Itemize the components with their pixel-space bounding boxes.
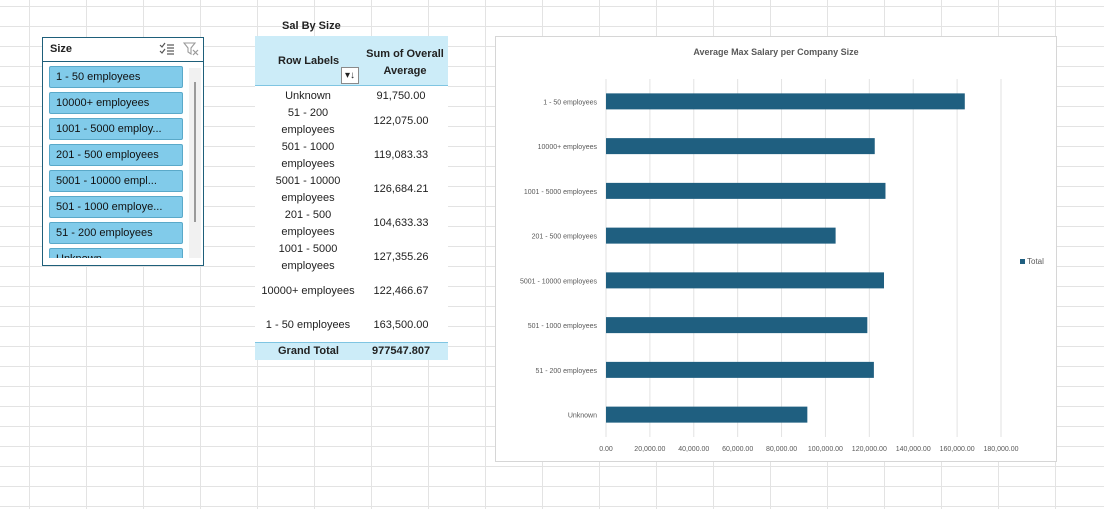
slicer-item-list: 1 - 50 employees 10000+ employees 1001 - 5…: [49, 66, 183, 258]
pivot-row-label-line2: employees: [281, 124, 335, 136]
pivot-row-label: Unknown: [258, 88, 358, 105]
category-label: 1001 - 5000 employees: [524, 189, 598, 196]
pivot-row-label-line1: Unknown: [285, 90, 331, 102]
x-tick-label: 60,000.00: [722, 446, 753, 453]
slicer-item[interactable]: 1001 - 5000 employ...: [49, 118, 183, 140]
sum-header-line2: Average: [383, 65, 427, 77]
slicer-item[interactable]: Unknown: [49, 248, 183, 258]
pivot-row-label: 501 - 1000 employees: [258, 139, 358, 173]
x-tick-label: 160,000.00: [940, 446, 975, 453]
chart-legend[interactable]: Total: [1020, 257, 1044, 266]
bar[interactable]: [606, 317, 868, 334]
pivot-title: Sal By Size: [282, 20, 341, 32]
x-tick-label: 20,000.00: [634, 446, 665, 453]
pivot-row-value: 126,684.21: [373, 183, 429, 195]
pivot-row-label-line1: 1001 - 5000: [278, 243, 338, 255]
slicer-item[interactable]: 501 - 1000 employe...: [49, 196, 183, 218]
slicer-item[interactable]: 51 - 200 employees: [49, 222, 183, 244]
pivot-table[interactable]: Row Labels Sum of Overall Average ▾↓ Unk…: [255, 36, 448, 360]
pivot-row-value: 163,500.00: [373, 319, 429, 331]
slicer-item[interactable]: 201 - 500 employees: [49, 144, 183, 166]
slicer-item[interactable]: 1 - 50 employees: [49, 66, 183, 88]
category-label: 1 - 50 employees: [543, 99, 597, 106]
multi-select-icon[interactable]: [159, 42, 175, 56]
bar[interactable]: [606, 93, 965, 110]
slicer-title: Size: [50, 43, 73, 55]
pivot-row-label: 1001 - 5000 employees: [258, 241, 358, 275]
size-slicer[interactable]: Size 1 - 50 employees 10000+ employees 100…: [42, 37, 204, 266]
bar[interactable]: [606, 138, 875, 155]
pivot-row-label-line1: 51 - 200: [287, 107, 329, 119]
bar[interactable]: [606, 227, 836, 244]
pivot-row-label-line2: employees: [281, 226, 335, 238]
chart-plot: 0.00 20,000.00 40,000.00 60,000.00 80,000.00…: [520, 79, 1019, 453]
slicer-scrollbar[interactable]: [189, 68, 201, 258]
slicer-header: Size: [43, 38, 203, 62]
pivot-row-label: 51 - 200 employees: [258, 105, 358, 139]
sum-header-line1: Sum of Overall: [366, 48, 444, 60]
pivot-row-value: 104,633.33: [373, 217, 429, 229]
pivot-row-value: 122,075.00: [373, 115, 429, 127]
pivot-row-label-line1: 10000+ employees: [261, 285, 355, 297]
x-tick-label: 80,000.00: [766, 446, 797, 453]
pivot-row-value: 91,750.00: [376, 90, 426, 102]
grand-total-value: 977547.807: [372, 345, 431, 357]
x-tick-label: 140,000.00: [896, 446, 931, 453]
pivot-row-value: 127,355.26: [373, 251, 429, 263]
pivot-row-label: 10000+ employees: [258, 283, 358, 300]
x-tick-label: 120,000.00: [852, 446, 887, 453]
bar[interactable]: [606, 361, 874, 378]
category-label: 5001 - 10000 employees: [520, 278, 598, 285]
pivot-row-label-line2: employees: [281, 260, 335, 272]
pivot-row-label: 5001 - 10000 employees: [258, 173, 358, 207]
clear-filter-icon[interactable]: [183, 42, 199, 56]
pivot-row-label-line2: employees: [281, 192, 335, 204]
slicer-scroll-thumb[interactable]: [194, 82, 196, 222]
category-label: 501 - 1000 employees: [528, 323, 598, 330]
x-tick-label: 180,000.00: [983, 446, 1018, 453]
x-tick-label: 40,000.00: [678, 446, 709, 453]
x-tick-label: 0.00: [599, 446, 613, 453]
category-label: 201 - 500 employees: [532, 234, 598, 241]
slicer-item[interactable]: 10000+ employees: [49, 92, 183, 114]
legend-label: Total: [1027, 257, 1044, 266]
category-label: 51 - 200 employees: [536, 368, 598, 375]
pivot-row-value: 119,083.33: [373, 149, 429, 161]
pivot-header: Row Labels Sum of Overall Average ▾↓: [255, 36, 448, 86]
bar[interactable]: [606, 182, 886, 199]
grand-total-row: Grand Total 977547.807: [255, 342, 448, 360]
bar[interactable]: [606, 272, 885, 289]
grand-total-label: Grand Total: [278, 345, 339, 357]
category-label: Unknown: [568, 413, 597, 420]
bar[interactable]: [606, 406, 808, 423]
pivot-row-label: 1 - 50 employees: [258, 317, 358, 334]
bar-chart[interactable]: Average Max Salary per Company Size 0.00…: [495, 36, 1057, 462]
pivot-row-label-line1: 501 - 1000: [281, 141, 335, 153]
legend-swatch: [1020, 259, 1025, 265]
x-tick-label: 100,000.00: [808, 446, 843, 453]
sort-filter-button[interactable]: ▾↓: [341, 67, 359, 84]
pivot-row-label-line1: 5001 - 10000: [275, 175, 341, 187]
pivot-row-label: 201 - 500 employees: [258, 207, 358, 241]
slicer-item[interactable]: 5001 - 10000 empl...: [49, 170, 183, 192]
pivot-row-label-line1: 1 - 50 employees: [265, 319, 351, 331]
row-labels-header: Row Labels: [278, 55, 340, 67]
category-label: 10000+ employees: [538, 144, 598, 151]
pivot-row-label-line1: 201 - 500: [284, 209, 332, 221]
sum-header: Sum of Overall Average: [361, 46, 449, 80]
pivot-row-label-line2: employees: [281, 158, 335, 170]
pivot-row-value: 122,466.67: [373, 285, 429, 297]
